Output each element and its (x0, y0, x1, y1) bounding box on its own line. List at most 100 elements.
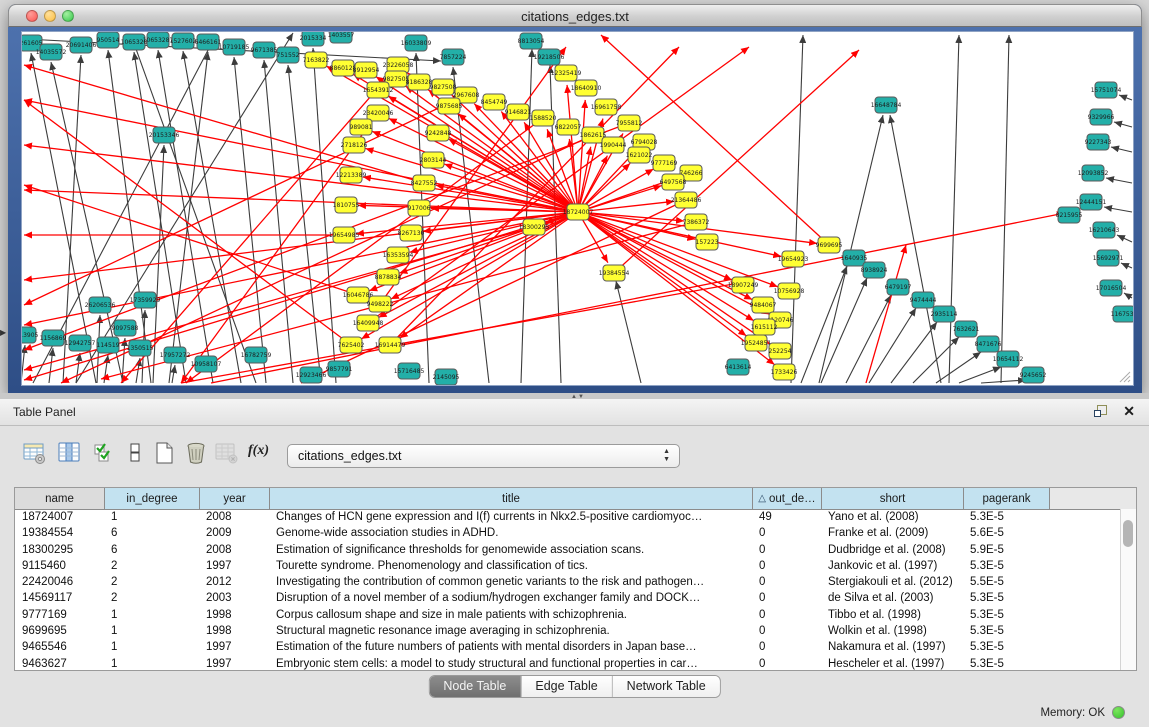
graph-edge-red[interactable] (24, 145, 578, 212)
graph-node[interactable]: 157223 (696, 234, 719, 250)
table-cell[interactable]: Estimation of the future numbers of pati… (269, 639, 752, 655)
table-cell[interactable]: Structural magnetic resonance image aver… (269, 623, 752, 639)
graph-node[interactable]: 16961758 (591, 99, 622, 115)
table-cell[interactable]: 0 (752, 656, 821, 670)
graph-edge-black[interactable] (183, 51, 241, 383)
graph-node[interactable]: 21364486 (671, 192, 702, 208)
graph-node[interactable]: 19654923 (778, 251, 809, 267)
table-cell[interactable]: Genome-wide association studies in ADHD. (269, 525, 752, 541)
graph-node[interactable]: 2935114 (931, 306, 958, 322)
graph-edge-black[interactable] (846, 295, 891, 383)
table-cell[interactable]: Disruption of a novel member of a sodium… (269, 590, 752, 606)
table-cell[interactable]: 2008 (199, 509, 269, 525)
table-cell[interactable]: 5.3E-5 (963, 639, 1049, 655)
graph-node[interactable]: 2718126 (341, 137, 368, 153)
tab-network-table[interactable]: Network Table (612, 676, 720, 697)
graph-node[interactable]: 16409948 (353, 315, 384, 331)
graph-node[interactable]: 10958107 (191, 356, 222, 372)
graph-edge-black[interactable] (891, 322, 937, 383)
graph-node[interactable]: 12942757 (65, 335, 96, 351)
graph-edge-black[interactable] (616, 281, 641, 383)
graph-node[interactable]: 1167534 (1111, 306, 1133, 322)
graph-edge-red[interactable] (24, 100, 351, 345)
scrollbar-thumb[interactable] (1123, 520, 1133, 547)
graph-node[interactable]: 18907249 (728, 277, 759, 293)
graph-node[interactable]: 19384554 (599, 265, 630, 281)
graph-node[interactable]: 989081 (350, 119, 373, 135)
table-cell[interactable]: Dudbridge et al. (2008) (821, 542, 963, 558)
table-panel-header[interactable]: Table Panel ✕ (0, 399, 1149, 426)
graph-edge-red[interactable] (24, 123, 629, 350)
table-cell[interactable]: Tourette syndrome. Phenomenology and cla… (269, 558, 752, 574)
graph-edge-black[interactable] (959, 367, 1001, 383)
graph-node[interactable]: 20153346 (149, 127, 180, 143)
graph-node[interactable]: 19524851 (741, 335, 772, 351)
column-header-name[interactable]: name (15, 488, 104, 509)
graph-edge-black[interactable] (1114, 122, 1132, 127)
graph-edge-black[interactable] (981, 380, 1026, 383)
table-cell[interactable]: 5.3E-5 (963, 590, 1049, 606)
graph-node[interactable]: 9245652 (1020, 367, 1047, 383)
graph-node[interactable]: 9875685 (436, 98, 463, 114)
network-canvas[interactable]: 1872400771638228860128891295423226058982… (21, 31, 1134, 386)
graph-node[interactable]: 12923466 (296, 367, 327, 383)
graph-node[interactable]: 8454749 (481, 94, 508, 110)
graph-node[interactable]: 18300295 (519, 219, 550, 235)
graph-node[interactable]: 12093852 (1078, 165, 1109, 181)
table-cell[interactable]: 19384554 (15, 525, 104, 541)
table-cell[interactable]: 14569117 (15, 590, 104, 606)
table-cell[interactable]: Estimation of significance thresholds fo… (269, 542, 752, 558)
table-cell[interactable]: 2008 (199, 542, 269, 558)
table-row[interactable]: 969969511998Structural magnetic resonanc… (15, 623, 1120, 639)
graph-node[interactable]: 9146821 (505, 104, 532, 120)
graph-edge-black[interactable] (158, 50, 213, 383)
graph-node[interactable]: 12325419 (551, 65, 582, 81)
graph-edge-red[interactable] (24, 212, 578, 380)
graph-node[interactable]: 12444151 (1076, 194, 1107, 210)
table-cell[interactable]: 2009 (199, 525, 269, 541)
graph-node[interactable]: 8912954 (353, 62, 380, 78)
column-select-icon[interactable] (57, 441, 81, 465)
table-cell[interactable]: 0 (752, 574, 821, 590)
graph-node[interactable]: 16033809 (401, 35, 432, 51)
table-row[interactable]: 977716911998Corpus callosum shape and si… (15, 607, 1120, 623)
graph-edge-black[interactable] (1104, 207, 1132, 212)
graph-node[interactable]: 12213389 (336, 167, 367, 183)
table-cell[interactable]: Tibbo et al. (1998) (821, 607, 963, 623)
table-cell[interactable]: 6 (104, 542, 199, 558)
table-cell[interactable]: Changes of HCN gene expression and I(f) … (269, 509, 752, 525)
graph-node[interactable]: 751552 (277, 47, 300, 63)
graph-edge-black[interactable] (791, 35, 803, 383)
graph-node[interactable]: 7955812 (616, 115, 643, 131)
graph-edge-black[interactable] (122, 338, 125, 383)
graph-node[interactable]: 9097588 (112, 320, 139, 336)
graph-edge-black[interactable] (869, 308, 916, 383)
graph-edge-black[interactable] (22, 345, 25, 383)
table-cell[interactable]: 1 (104, 509, 199, 525)
graph-node[interactable]: 114519 (97, 337, 120, 353)
graph-node[interactable]: 9484067 (750, 297, 777, 313)
new-document-icon[interactable] (152, 441, 176, 465)
graph-node[interactable]: 7625402 (338, 337, 365, 353)
table-cell[interactable]: 9465546 (15, 639, 104, 655)
table-cell[interactable]: 1998 (199, 623, 269, 639)
table-cell[interactable]: 9463627 (15, 656, 104, 670)
graph-node[interactable]: 1990444 (600, 137, 627, 153)
table-cell[interactable]: 5.3E-5 (963, 607, 1049, 623)
table-cell[interactable]: de Silva et al. (2003) (821, 590, 963, 606)
graph-edge-hub[interactable] (410, 212, 578, 252)
graph-node[interactable]: 6413614 (725, 359, 752, 375)
table-row[interactable]: 2242004622012Investigating the contribut… (15, 574, 1120, 590)
table-cell[interactable]: Investigating the contribution of common… (269, 574, 752, 590)
table-cell[interactable]: 9115460 (15, 558, 104, 574)
table-cell[interactable]: 1 (104, 656, 199, 670)
table-cell[interactable]: Nakamura et al. (1997) (821, 639, 963, 655)
graph-node[interactable]: 252254 (769, 343, 792, 359)
table-cell[interactable]: 6 (104, 525, 199, 541)
graph-node[interactable]: 1527602 (170, 33, 197, 49)
graph-edge-black[interactable] (1119, 95, 1132, 100)
table-cell[interactable]: 2 (104, 574, 199, 590)
graph-edge-black[interactable] (1106, 178, 1132, 183)
graph-node[interactable]: 8267130 (398, 225, 425, 241)
column-header-pagerank[interactable]: pagerank (963, 488, 1049, 509)
